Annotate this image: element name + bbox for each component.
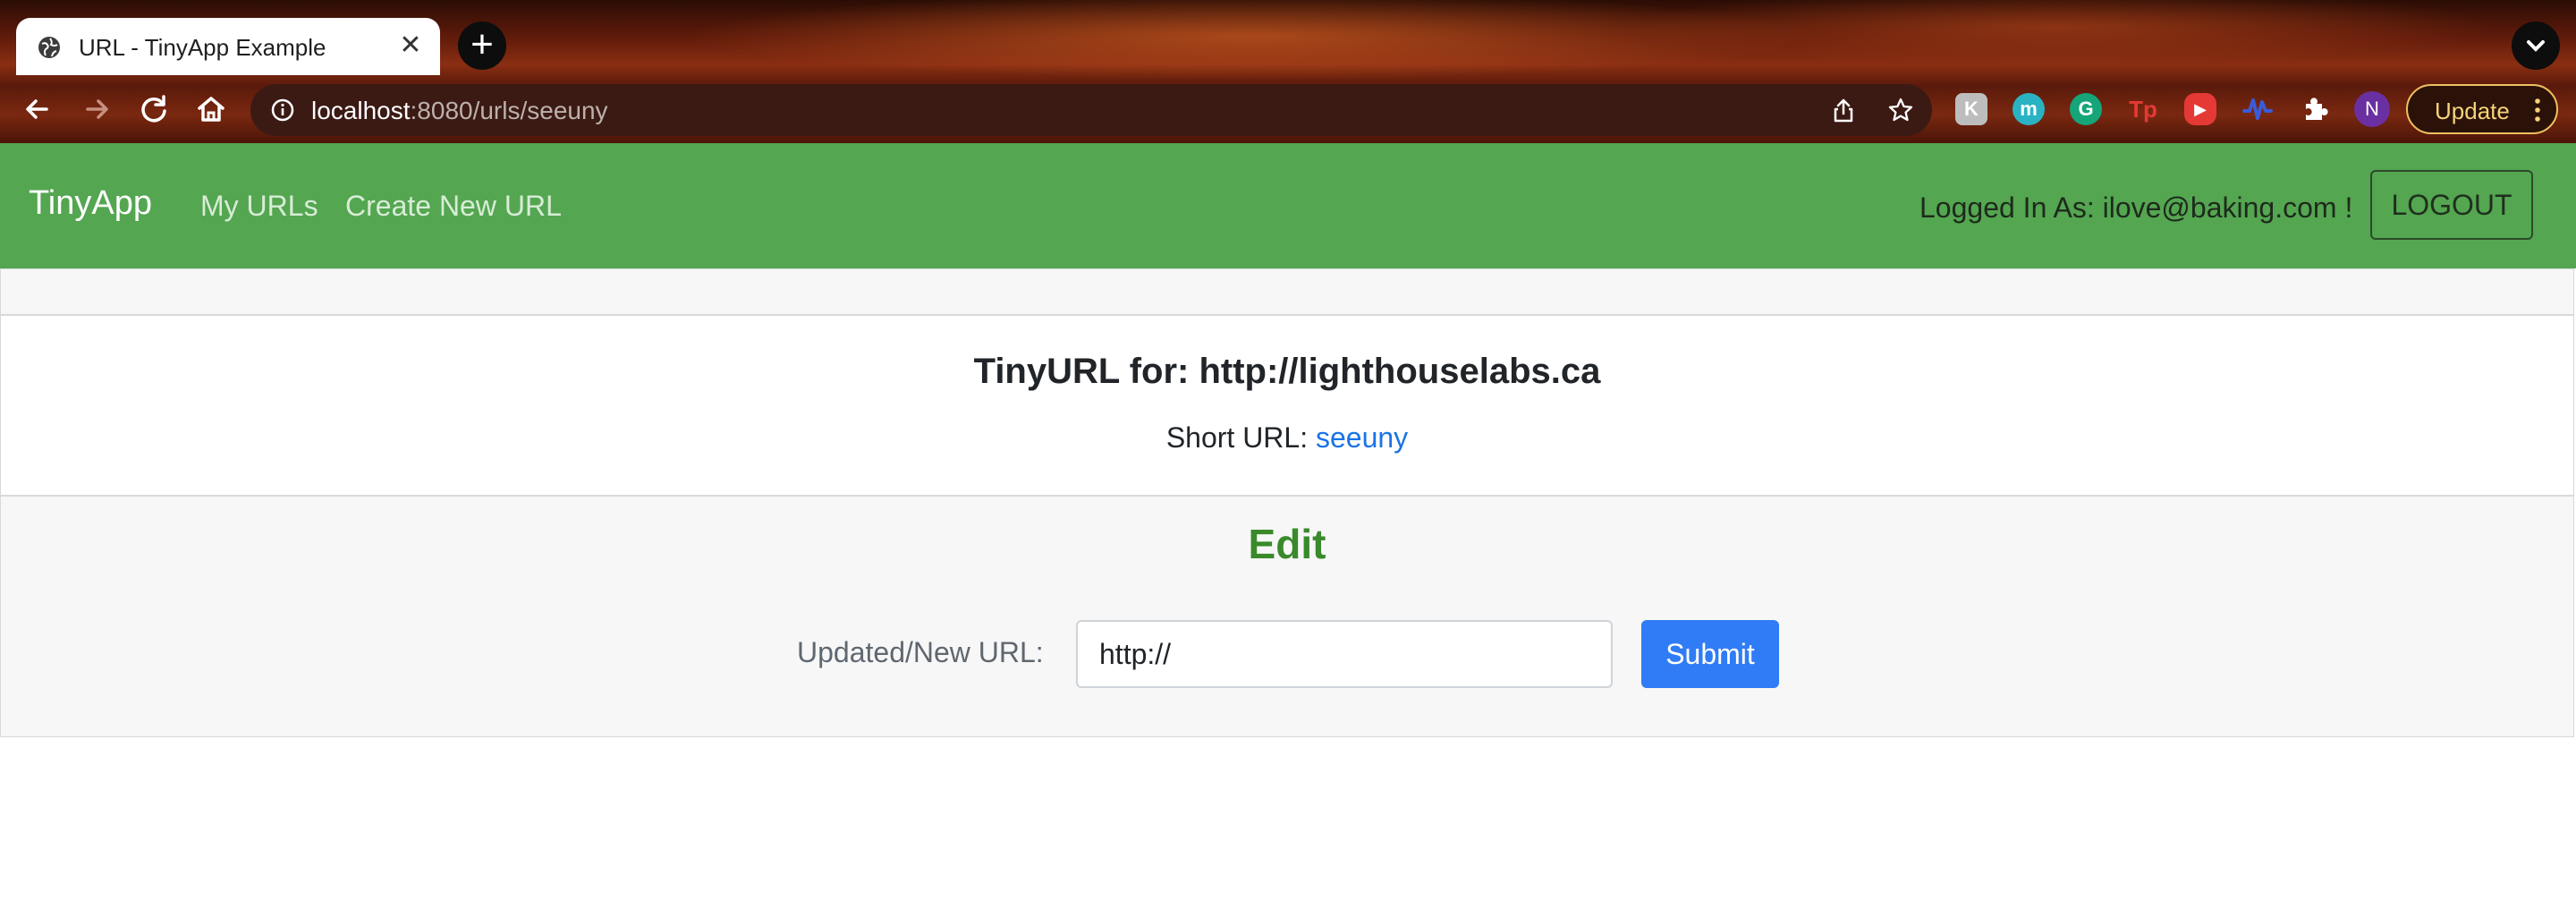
chevron-down-icon (2527, 40, 2545, 52)
submit-button[interactable]: Submit (1641, 620, 1779, 688)
address-bar[interactable]: localhost:8080/urls/seeuny (250, 84, 1932, 136)
extension-wave-icon[interactable] (2241, 93, 2274, 125)
update-button[interactable]: Update (2406, 84, 2558, 134)
short-url-line: Short URL: seeuny (1, 421, 2573, 455)
extension-k-icon[interactable]: K (1955, 93, 1987, 125)
brand-link[interactable]: TinyApp (29, 184, 152, 223)
tab-title: URL - TinyApp Example (79, 34, 326, 61)
url-host: localhost (311, 97, 411, 124)
url-path: :8080/urls/seeuny (410, 97, 608, 124)
bookmark-star-icon[interactable] (1887, 97, 1914, 123)
nav-link-my-urls[interactable]: My URLs (200, 190, 318, 223)
nav-link-create-new-url[interactable]: Create New URL (345, 190, 562, 223)
edit-heading: Edit (1248, 521, 1326, 567)
browser-chrome: URL - TinyApp Example ✕ + localhost:8080… (0, 0, 2576, 143)
short-url-link[interactable]: seeuny (1316, 421, 1408, 454)
grammarly-icon[interactable]: G (2070, 93, 2102, 125)
url-text: localhost:8080/urls/seeuny (311, 97, 608, 125)
profile-avatar[interactable]: N (2354, 91, 2390, 127)
updated-url-input[interactable] (1076, 620, 1613, 688)
extension-tp-icon[interactable]: Tp (2127, 93, 2159, 125)
update-label: Update (2435, 98, 2510, 124)
more-vert-icon (2535, 98, 2540, 122)
browser-tab[interactable]: URL - TinyApp Example ✕ (16, 18, 440, 75)
new-tab-button[interactable]: + (458, 21, 506, 70)
card-header (1, 269, 2573, 316)
card-title: TinyURL for: http://lighthouselabs.ca (973, 352, 1601, 391)
updated-url-label: Updated/New URL: (797, 636, 1044, 668)
card-body: TinyURL for: http://lighthouselabs.ca Sh… (1, 316, 2573, 497)
short-url-label: Short URL: (1165, 421, 1309, 454)
site-info-icon[interactable] (270, 98, 295, 123)
globe-icon (38, 37, 60, 58)
logout-button[interactable]: LOGOUT (2370, 170, 2533, 240)
back-icon[interactable] (20, 91, 55, 127)
url-card: TinyURL for: http://lighthouselabs.ca Sh… (0, 268, 2574, 737)
tab-search-button[interactable] (2512, 21, 2560, 70)
close-icon[interactable]: ✕ (397, 32, 424, 59)
extension-m-icon[interactable]: m (2012, 93, 2045, 125)
logged-in-text: Logged In As: ilove@baking.com ! (1919, 191, 2353, 224)
share-icon[interactable] (1830, 97, 1857, 123)
card-footer: Edit Updated/New URL: Submit (1, 497, 2573, 736)
home-icon[interactable] (193, 91, 229, 127)
forward-icon[interactable] (79, 91, 114, 127)
extension-video-icon[interactable]: ▶ (2184, 93, 2216, 125)
reload-icon[interactable] (136, 91, 172, 127)
app-navbar: TinyApp My URLs Create New URL Logged In… (0, 143, 2576, 268)
extensions-puzzle-icon[interactable] (2299, 93, 2331, 125)
